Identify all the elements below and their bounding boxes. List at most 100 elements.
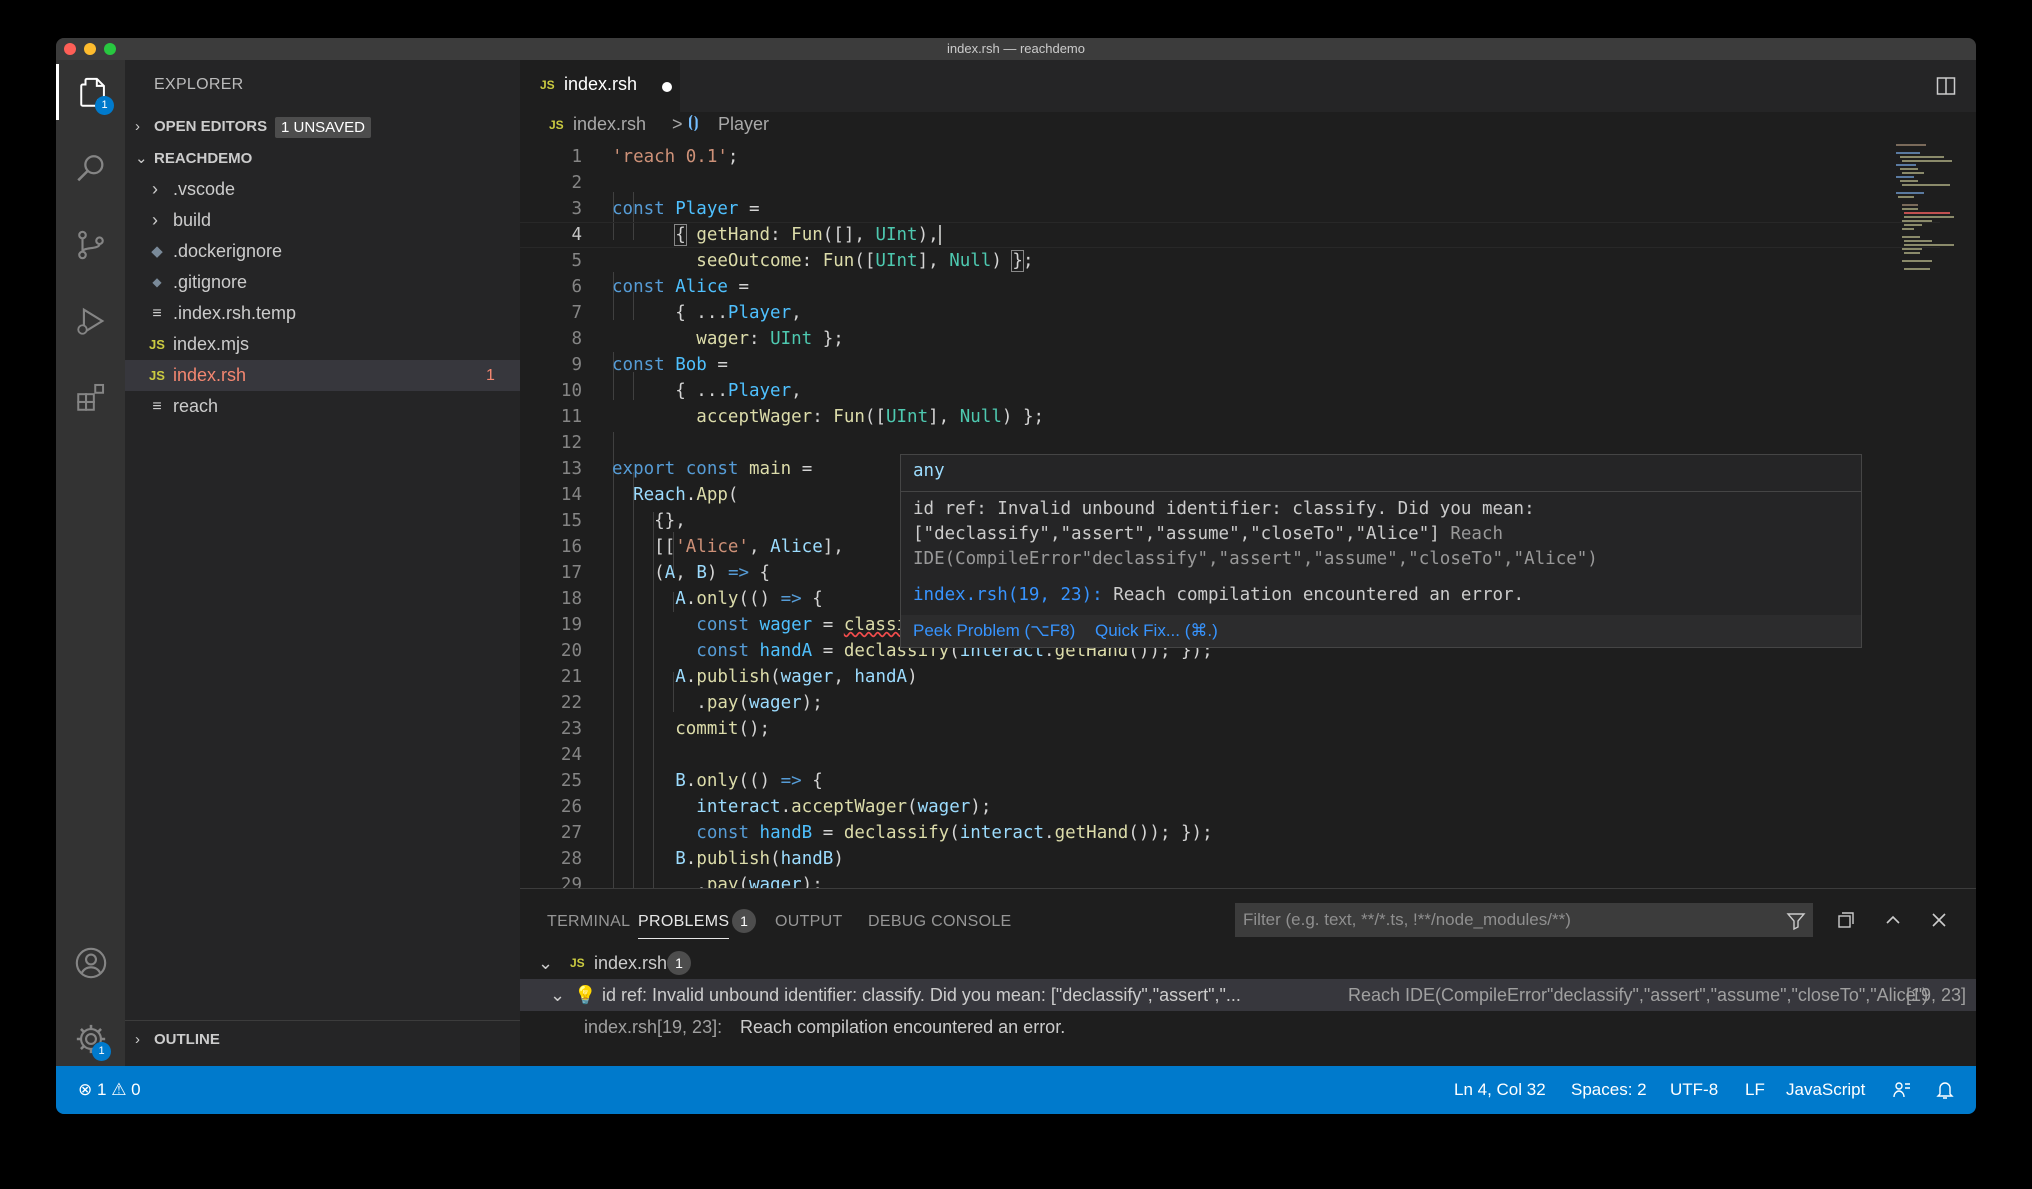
tree-item-dockerignore[interactable]: ◆ .dockerignore — [125, 236, 520, 267]
js-file-icon: JS — [149, 368, 165, 383]
tree-item-label: .index.rsh.temp — [173, 303, 297, 323]
activity-bar: 1 1 — [56, 60, 125, 1066]
breadcrumb-separator: > — [672, 114, 683, 134]
status-bar: ⊗ 1 ⚠ 0 Ln 4, Col 32 Spaces: 2 UTF-8 LF … — [56, 1066, 1976, 1114]
close-icon[interactable] — [1930, 911, 1948, 929]
problems-file-name: index.rsh — [594, 953, 668, 973]
tree-item-vscode[interactable]: › .vscode — [125, 174, 520, 205]
collapse-all-icon[interactable] — [1837, 911, 1855, 929]
tab-output[interactable]: OUTPUT — [775, 913, 843, 931]
text-file-icon: ≡ — [152, 398, 162, 415]
run-debug-icon — [77, 307, 105, 335]
error-count: 1 — [96, 1080, 107, 1099]
related-location: index.rsh[19, 23]: — [584, 1017, 723, 1037]
text-file-icon: ≡ — [152, 305, 162, 322]
explorer-sidebar: EXPLORER ··· › OPEN EDITORS 1 UNSAVED ⌄ … — [125, 60, 545, 1080]
filter-icon[interactable] — [1786, 911, 1806, 931]
accounts-activity[interactable] — [56, 934, 125, 990]
run-debug-activity[interactable] — [56, 292, 125, 348]
hover-location-link[interactable]: index.rsh(19, 23): — [913, 585, 1103, 605]
warning-icon: ⚠ — [111, 1080, 127, 1099]
source-control-icon — [78, 230, 104, 260]
tree-item-label: reach — [173, 396, 219, 416]
outline-section[interactable]: › OUTLINE — [125, 1025, 520, 1055]
tab-index-rsh[interactable]: JS index.rsh — [520, 60, 680, 112]
problems-count-badge: 1 — [732, 909, 756, 933]
breadcrumb-symbol[interactable]: Player — [718, 114, 769, 135]
problem-count: 1 — [486, 367, 495, 384]
extensions-activity[interactable] — [56, 368, 125, 424]
peek-problem-link[interactable]: Peek Problem (⌥F8) — [913, 621, 1075, 641]
chevron-right-icon: › — [152, 210, 158, 230]
hover-message-line-1: id ref: Invalid unbound identifier: clas… — [913, 499, 1535, 519]
chevron-right-icon: › — [135, 118, 140, 135]
unsaved-badge: 1 UNSAVED — [275, 117, 371, 138]
bottom-panel: TERMINAL PROBLEMS 1 OUTPUT DEBUG CONSOLE… — [520, 888, 1976, 1067]
open-editors-section[interactable]: › OPEN EDITORS 1 UNSAVED — [125, 112, 520, 142]
tree-item-index-mjs[interactable]: JS index.mjs — [125, 329, 520, 360]
tab-problems[interactable]: PROBLEMS — [638, 913, 730, 939]
problems-filter-input[interactable]: Filter (e.g. text, **/*.ts, !**/node_mod… — [1235, 903, 1813, 937]
tree-item-label: index.rsh — [173, 365, 247, 385]
tree-item-label: build — [173, 210, 212, 230]
breadcrumb-file[interactable]: index.rsh — [573, 114, 646, 135]
problem-row[interactable]: ⌄ 💡 id ref: Invalid unbound identifier: … — [520, 979, 1976, 1011]
hover-location-line: index.rsh(19, 23): Reach compilation enc… — [913, 585, 1525, 605]
related-info-row[interactable]: index.rsh[19, 23]: Reach compilation enc… — [520, 1011, 1976, 1043]
problem-source: Reach IDE(CompileError"declassify","asse… — [1348, 985, 1929, 1005]
section-divider — [125, 1020, 520, 1021]
sidebar-title: EXPLORER — [154, 76, 244, 93]
tree-item-index-rsh[interactable]: JS index.rsh 1 — [125, 360, 520, 391]
js-file-icon: JS — [149, 337, 165, 352]
unsaved-dot-icon[interactable] — [662, 82, 672, 92]
tree-item-reach[interactable]: ≡ reach — [125, 391, 520, 422]
tab-debug-console[interactable]: DEBUG CONSOLE — [868, 913, 1012, 931]
tree-item-label: index.mjs — [173, 334, 250, 354]
settings-badge: 1 — [92, 1042, 111, 1061]
js-file-icon: JS — [549, 118, 564, 132]
file-problem-count: 1 — [667, 951, 691, 975]
tree-item-label: .dockerignore — [173, 241, 283, 261]
account-icon — [75, 947, 107, 979]
problems-file-row[interactable]: ⌄ JS index.rsh 1 — [520, 947, 1976, 979]
docker-icon: ◆ — [151, 243, 163, 260]
encoding[interactable]: UTF-8 — [1670, 1080, 1718, 1100]
hover-message-line-2: ["declassify","assert","assume","closeTo… — [913, 524, 1504, 544]
chevron-down-icon: ⌄ — [538, 953, 554, 973]
split-editor-icon[interactable] — [1936, 76, 1956, 96]
tree-item-index-rsh-temp[interactable]: ≡ .index.rsh.temp — [125, 298, 520, 329]
feedback-icon[interactable] — [1892, 1080, 1912, 1100]
editor-tabs: JS index.rsh ··· — [520, 60, 1976, 112]
tree-item-gitignore[interactable]: ◆ .gitignore — [125, 267, 520, 298]
manage-activity[interactable]: 1 — [56, 1010, 125, 1066]
folder-section[interactable]: ⌄ REACHDEMO — [125, 144, 520, 174]
folder-label: REACHDEMO — [154, 150, 253, 167]
problem-position: [19, 23] — [1906, 985, 1967, 1005]
chevron-up-icon[interactable] — [1884, 911, 1902, 929]
lightbulb-icon[interactable]: 💡 — [574, 979, 596, 1011]
problem-message: id ref: Invalid unbound identifier: clas… — [602, 985, 1241, 1005]
indentation[interactable]: Spaces: 2 — [1571, 1080, 1647, 1100]
explorer-activity[interactable]: 1 — [56, 64, 125, 120]
quick-fix-link[interactable]: Quick Fix... (⌘.) — [1095, 621, 1218, 641]
chevron-down-icon: ⌄ — [135, 150, 148, 167]
search-activity[interactable] — [56, 140, 125, 196]
problems-status[interactable]: ⊗ 1 ⚠ 0 — [78, 1080, 141, 1100]
end-of-line[interactable]: LF — [1745, 1080, 1765, 1100]
tab-label: index.rsh — [564, 74, 638, 94]
language-mode[interactable]: JavaScript — [1786, 1080, 1865, 1100]
title-bar: index.rsh — reachdemo — [56, 38, 1976, 60]
cursor-position[interactable]: Ln 4, Col 32 — [1454, 1080, 1546, 1100]
chevron-right-icon: › — [135, 1031, 140, 1048]
error-icon: ⊗ — [78, 1080, 93, 1099]
minimap[interactable] — [1892, 140, 1976, 890]
tree-item-build[interactable]: › build — [125, 205, 520, 236]
hover-message-line-3: IDE(CompileError"declassify","assert","a… — [913, 549, 1598, 569]
bell-icon[interactable] — [1936, 1080, 1954, 1100]
vscode-window: index.rsh — reachdemo 1 1 EXPLORER ··· — [56, 38, 1976, 1114]
source-control-activity[interactable] — [56, 216, 125, 272]
tab-terminal[interactable]: TERMINAL — [547, 913, 630, 931]
git-icon: ◆ — [152, 275, 162, 289]
js-file-icon: JS — [570, 956, 585, 970]
window-title: index.rsh — reachdemo — [946, 41, 1085, 56]
